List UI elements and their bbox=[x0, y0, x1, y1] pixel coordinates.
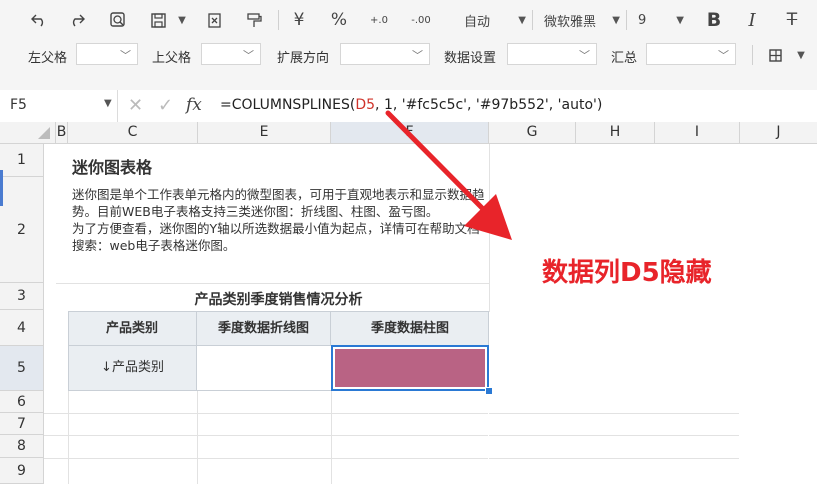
annotation-text: 数据列D5隐藏 bbox=[542, 258, 712, 288]
annotation-arrow bbox=[385, 110, 512, 240]
